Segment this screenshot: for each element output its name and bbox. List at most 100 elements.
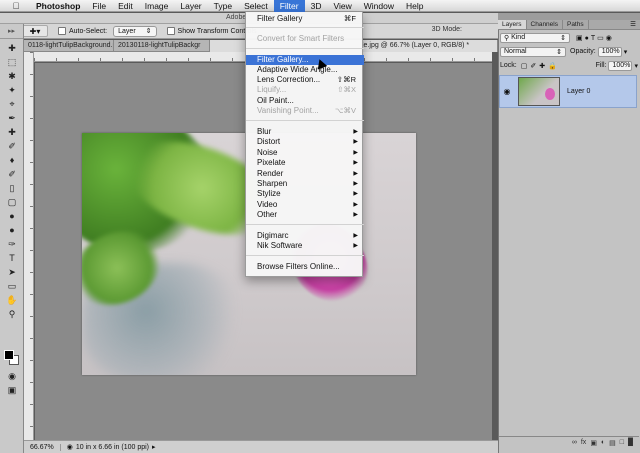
- menu-item-lens-correction[interactable]: Lens Correction... ⇧⌘R: [246, 75, 364, 85]
- menu-item-distort[interactable]: Distort ▶: [246, 137, 364, 147]
- menu-item-browse-filters-online[interactable]: Browse Filters Online...: [246, 262, 364, 272]
- screen-mode-icon[interactable]: ▣: [4, 384, 20, 396]
- menu-item-filter-gallery-last[interactable]: Filter Gallery ⌘F: [246, 14, 364, 24]
- zoom-level[interactable]: 66.67%: [24, 443, 61, 451]
- layers-footer: ∞ fx ▣ ◐ ▤ □ █: [499, 436, 639, 448]
- zoom-tool-icon[interactable]: ⚲: [4, 308, 20, 320]
- panel-menu-icon[interactable]: ☰: [630, 20, 640, 29]
- gradient-tool-icon[interactable]: ▢: [4, 196, 20, 208]
- menu-type[interactable]: Type: [208, 0, 238, 12]
- menu-item-label: Vanishing Point...: [257, 106, 319, 115]
- eraser-tool-icon[interactable]: ▯: [4, 182, 20, 194]
- menu-item-digimarc[interactable]: Digimarc ▶: [246, 231, 364, 241]
- menu-help[interactable]: Help: [400, 0, 429, 12]
- menu-item-video[interactable]: Video ▶: [246, 200, 364, 210]
- doc-tab-2[interactable]: 20130118-lightTulipBackgr: [114, 40, 210, 52]
- hand-tool-icon[interactable]: ✋: [4, 294, 20, 306]
- menu-filter[interactable]: Filter: [273, 0, 305, 12]
- menu-view[interactable]: View: [327, 0, 357, 12]
- ruler-vertical[interactable]: [24, 52, 34, 440]
- dodge-tool-icon[interactable]: ●: [4, 224, 20, 236]
- menu-window[interactable]: Window: [358, 0, 400, 12]
- menu-item-render[interactable]: Render ▶: [246, 169, 364, 179]
- pen-tool-icon[interactable]: ✑: [4, 238, 20, 250]
- doc-tab-1[interactable]: 0118-lightTulipBackground.psd: [24, 40, 114, 52]
- menu-item-stylize[interactable]: Stylize ▶: [246, 189, 364, 199]
- mask-icon[interactable]: ▣: [590, 439, 597, 447]
- move-tool-preset[interactable]: ✚▾: [22, 25, 48, 37]
- menu-3d[interactable]: 3D: [305, 0, 328, 12]
- move-icon: ✚▾: [29, 26, 41, 36]
- menu-item-adaptive-wide-angle[interactable]: Adaptive Wide Angle...: [246, 65, 364, 75]
- move-tool-icon[interactable]: ✚: [4, 42, 20, 54]
- menu-item-other[interactable]: Other ▶: [246, 210, 364, 220]
- document-size-info[interactable]: 10 in x 6.66 in (100 ppi): [76, 444, 149, 451]
- healing-brush-icon[interactable]: ✚: [4, 126, 20, 138]
- submenu-arrow-icon: ▶: [353, 191, 358, 197]
- apple-icon[interactable]: : [10, 1, 22, 11]
- menu-item-sharpen[interactable]: Sharpen ▶: [246, 179, 364, 189]
- opacity-arrow-icon[interactable]: ▾: [624, 48, 628, 56]
- menu-file[interactable]: File: [86, 0, 112, 12]
- menu-item-blur[interactable]: Blur ▶: [246, 127, 364, 137]
- menu-item-noise[interactable]: Noise ▶: [246, 148, 364, 158]
- chevron-down-icon: ⇕: [145, 28, 152, 35]
- menu-item-filter-gallery[interactable]: Filter Gallery...: [246, 55, 364, 65]
- panel-dock-header[interactable]: [498, 13, 640, 20]
- fill-field[interactable]: 100%: [608, 60, 633, 71]
- brush-tool-icon[interactable]: ✐: [4, 140, 20, 152]
- blend-mode-dropdown[interactable]: Normal ⇕: [500, 46, 566, 57]
- auto-select-checkbox[interactable]: [58, 27, 66, 35]
- tab-channels[interactable]: Channels: [527, 20, 563, 29]
- tab-paths[interactable]: Paths: [563, 20, 589, 29]
- layer-filter-kind[interactable]: ⚲ Kind ⇕: [500, 32, 570, 43]
- layer-thumbnail[interactable]: [518, 77, 560, 106]
- fill-arrow-icon[interactable]: ▾: [634, 62, 638, 70]
- arrow-right-icon[interactable]: ▸: [152, 443, 156, 451]
- tools-grip[interactable]: ▸▸: [0, 24, 23, 39]
- menu-layer[interactable]: Layer: [174, 0, 207, 12]
- path-select-icon[interactable]: ➤: [4, 266, 20, 278]
- marquee-tool-icon[interactable]: ⬚: [4, 56, 20, 68]
- menu-item-pixelate[interactable]: Pixelate ▶: [246, 158, 364, 168]
- link-icon[interactable]: ∞: [572, 439, 577, 446]
- clone-stamp-icon[interactable]: ♦: [4, 154, 20, 166]
- eye-icon[interactable]: ◉: [500, 87, 514, 96]
- search-icon: ⚲: [504, 34, 512, 42]
- fx-icon[interactable]: fx: [581, 439, 586, 446]
- layer-row[interactable]: ◉ Layer 0: [499, 75, 637, 108]
- menu-item-nik-software[interactable]: Nik Software ▶: [246, 241, 364, 251]
- folder-icon[interactable]: ▤: [609, 439, 616, 447]
- type-tool-icon[interactable]: T: [4, 252, 20, 264]
- opacity-field[interactable]: 100%: [597, 46, 622, 57]
- layer-name[interactable]: Layer 0: [567, 88, 590, 95]
- lasso-tool-icon[interactable]: ✱: [4, 70, 20, 82]
- menu-select[interactable]: Select: [238, 0, 274, 12]
- trash-icon[interactable]: █: [628, 439, 633, 446]
- submenu-arrow-icon: ▶: [353, 202, 358, 208]
- new-layer-icon[interactable]: □: [620, 439, 624, 446]
- auto-select-dropdown[interactable]: Layer ⇕: [113, 25, 157, 37]
- chevron-down-icon: ⇕: [560, 34, 566, 42]
- info-icon[interactable]: ◉: [67, 443, 73, 451]
- eyedropper-tool-icon[interactable]: ✒: [4, 112, 20, 124]
- foreground-color-swatch[interactable]: [4, 350, 14, 360]
- quick-select-tool-icon[interactable]: ✦: [4, 84, 20, 96]
- adjustment-icon[interactable]: ◐: [601, 439, 605, 446]
- menu-image[interactable]: Image: [139, 0, 175, 12]
- quick-mask-icon[interactable]: ◉: [4, 370, 20, 382]
- tab-layers[interactable]: Layers: [498, 20, 527, 29]
- menu-item-oil-paint[interactable]: Oil Paint...: [246, 96, 364, 106]
- menu-item-shortcut: ⇧⌘R: [336, 75, 356, 84]
- shape-tool-icon[interactable]: ▭: [4, 280, 20, 292]
- blur-tool-icon[interactable]: ●: [4, 210, 20, 222]
- menu-edit[interactable]: Edit: [112, 0, 139, 12]
- menu-item-label: Noise: [257, 148, 278, 157]
- transform-controls-checkbox[interactable]: [166, 27, 175, 35]
- history-brush-icon[interactable]: ✐: [4, 168, 20, 180]
- submenu-arrow-icon: ▶: [353, 233, 358, 239]
- crop-tool-icon[interactable]: ⌖: [4, 98, 20, 110]
- app-menu[interactable]: Photoshop: [30, 0, 86, 12]
- lock-icons[interactable]: ▢✐✚🔒: [521, 62, 560, 70]
- layer-filter-icons[interactable]: ▣●T▭◉: [576, 34, 614, 42]
